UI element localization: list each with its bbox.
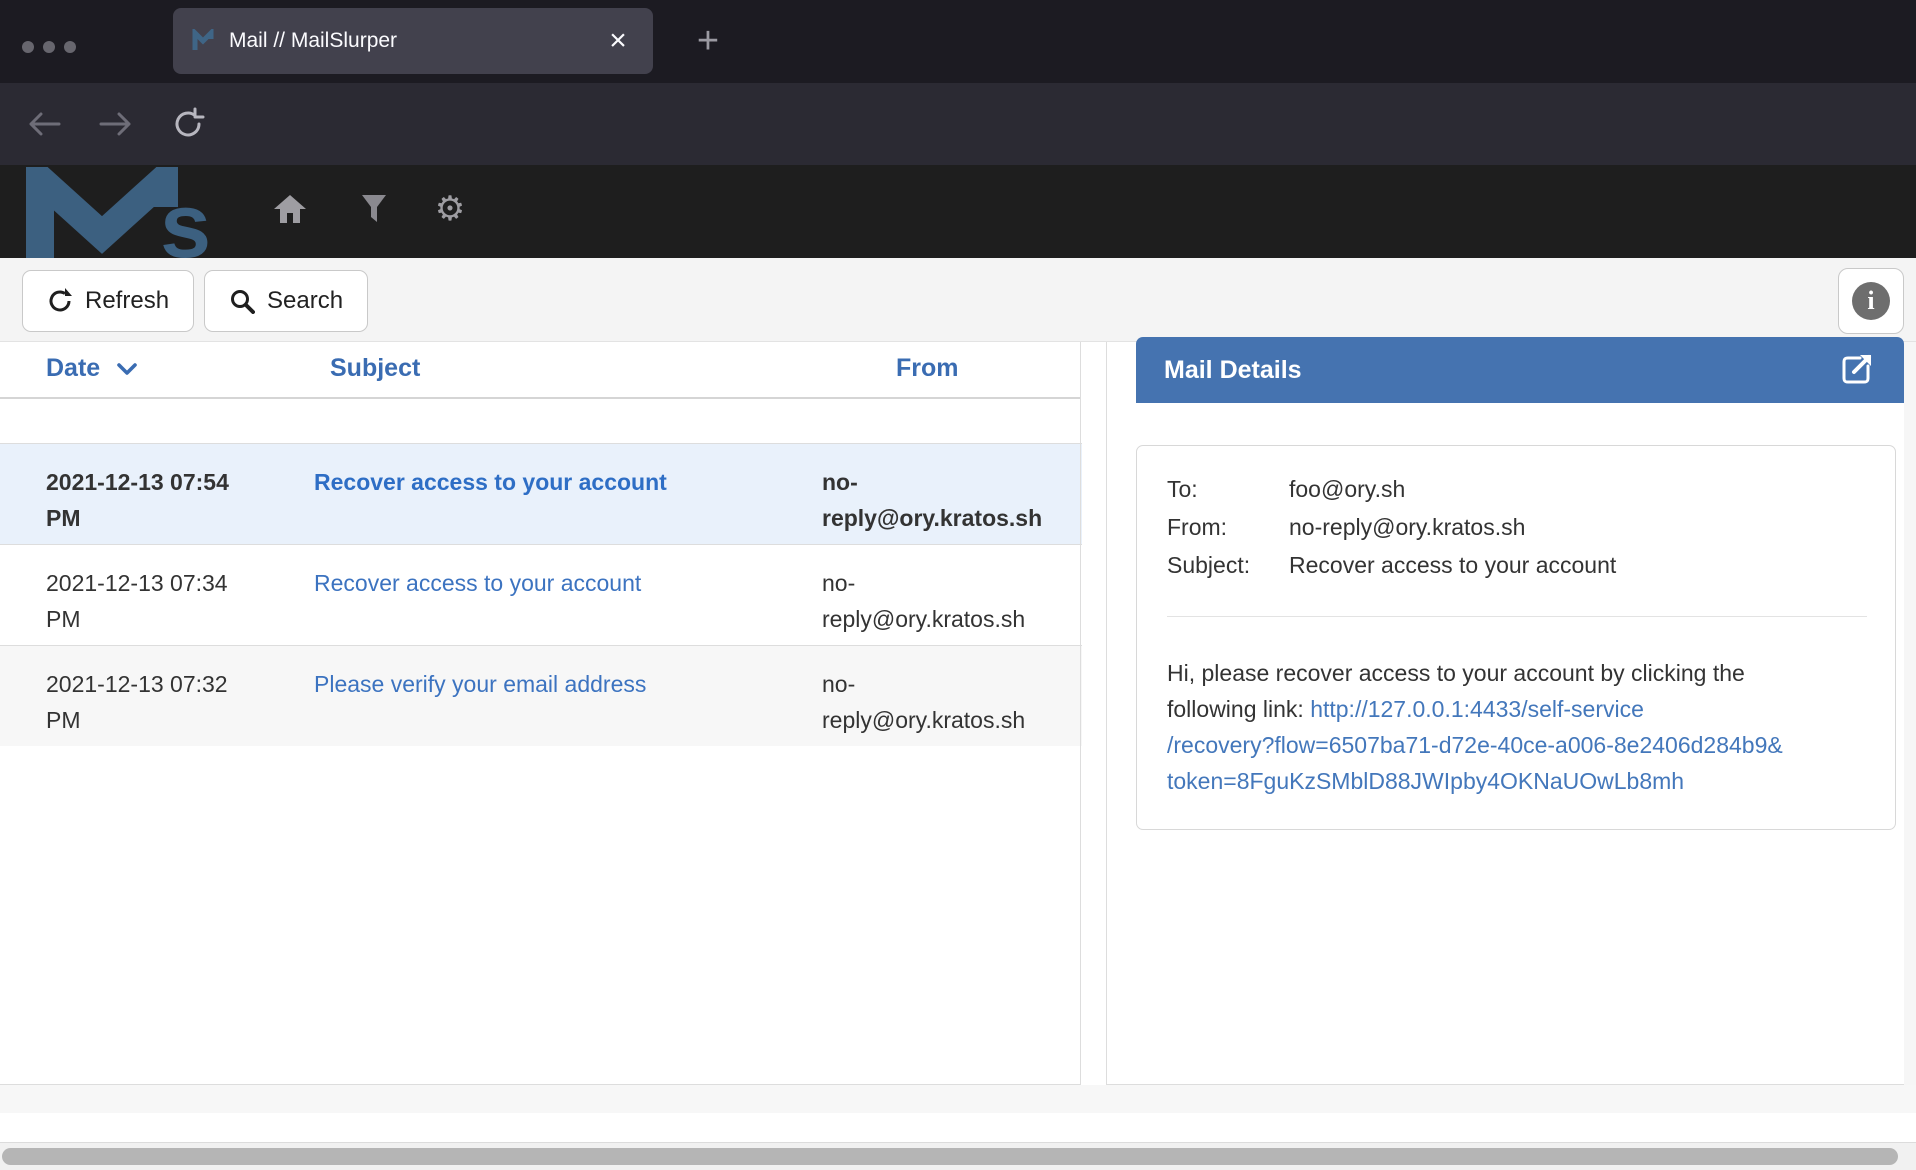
row-date: 2021-12-13 07:54 PM bbox=[46, 464, 251, 536]
reload-icon bbox=[171, 107, 205, 141]
window-dot-icon bbox=[22, 41, 34, 53]
favicon-mailslurper-icon bbox=[191, 29, 217, 53]
browser-url-bar: 127.0.0.1:4436/# 90% ☆ bbox=[0, 83, 1916, 165]
date-header-label: Date bbox=[46, 354, 100, 382]
footer-gray-band bbox=[0, 1085, 1916, 1113]
column-header-date[interactable]: Date bbox=[46, 354, 137, 383]
refresh-button[interactable]: Refresh bbox=[22, 270, 194, 332]
window-controls[interactable] bbox=[22, 41, 76, 53]
details-pane-left-border bbox=[1106, 342, 1107, 1113]
vertical-scrollbar-track[interactable] bbox=[1904, 342, 1916, 1142]
svg-text:s: s bbox=[160, 175, 211, 259]
mail-meta: To: foo@ory.sh From: no-reply@ory.kratos… bbox=[1167, 470, 1867, 584]
browser-tab-bar: Mail // MailSlurper × + bbox=[0, 0, 1916, 83]
mail-body: Hi, please recover access to your accoun… bbox=[1167, 655, 1883, 799]
window-dot-icon bbox=[64, 41, 76, 53]
subject-value: Recover access to your account bbox=[1289, 546, 1867, 584]
forward-button[interactable] bbox=[96, 106, 136, 142]
subject-label: Subject: bbox=[1167, 546, 1289, 584]
column-header-subject[interactable]: Subject bbox=[330, 354, 420, 383]
mail-list-row[interactable]: 2021-12-13 07:32 PM Please verify your e… bbox=[0, 645, 1082, 746]
row-subject-link[interactable]: Please verify your email address bbox=[314, 666, 814, 702]
horizontal-scrollbar-thumb[interactable] bbox=[2, 1148, 1898, 1165]
recovery-link-line3: token=8FguKzSMblD88JWIpby4OKNaUOwLb8mh bbox=[1167, 768, 1684, 794]
mail-list-header: Date Subject From bbox=[0, 342, 1080, 399]
back-arrow-icon bbox=[26, 109, 62, 139]
column-header-from[interactable]: From bbox=[896, 354, 959, 383]
info-button[interactable]: i bbox=[1838, 268, 1904, 334]
mailslurper-logo[interactable]: s bbox=[26, 167, 236, 264]
row-subject-link[interactable]: Recover access to your account bbox=[314, 464, 814, 500]
from-label: From: bbox=[1167, 508, 1289, 546]
search-label: Search bbox=[267, 287, 343, 315]
mail-details-card: To: foo@ory.sh From: no-reply@ory.kratos… bbox=[1136, 445, 1896, 830]
row-subject-text: Please verify your email address bbox=[314, 671, 646, 697]
open-in-new-window-button[interactable] bbox=[1836, 350, 1876, 390]
home-icon bbox=[272, 193, 308, 225]
external-link-icon bbox=[1836, 350, 1876, 390]
body-text-line2-prefix: following link: bbox=[1167, 696, 1310, 722]
row-from: no-reply@ory.kratos.sh bbox=[822, 464, 1030, 536]
app-navbar: s ⚙ bbox=[0, 165, 1916, 258]
row-date: 2021-12-13 07:34 PM bbox=[46, 565, 251, 637]
window-dot-icon bbox=[43, 41, 55, 53]
search-button[interactable]: Search bbox=[204, 270, 368, 332]
row-subject-text: Recover access to your account bbox=[314, 570, 641, 596]
mailslurper-logo-icon: s bbox=[26, 167, 236, 259]
gear-icon: ⚙ bbox=[435, 192, 465, 226]
list-pane-right-border bbox=[1080, 342, 1081, 1113]
tab-title: Mail // MailSlurper bbox=[229, 29, 601, 53]
refresh-icon bbox=[47, 288, 73, 314]
to-value: foo@ory.sh bbox=[1289, 470, 1867, 508]
info-icon: i bbox=[1852, 282, 1890, 320]
refresh-label: Refresh bbox=[85, 287, 169, 315]
mail-list-row-selected[interactable]: 2021-12-13 07:54 PM Recover access to yo… bbox=[0, 443, 1082, 544]
app-window: Mail // MailSlurper × + bbox=[0, 0, 1916, 1170]
row-date: 2021-12-13 07:32 PM bbox=[46, 666, 251, 738]
to-label: To: bbox=[1167, 470, 1289, 508]
settings-button[interactable]: ⚙ bbox=[428, 187, 472, 231]
mail-details-title: Mail Details bbox=[1164, 356, 1836, 385]
row-from: no-reply@ory.kratos.sh bbox=[822, 666, 1030, 738]
filter-button[interactable] bbox=[352, 187, 396, 231]
mail-list-row[interactable]: 2021-12-13 07:34 PM Recover access to yo… bbox=[0, 544, 1082, 645]
row-subject-text: Recover access to your account bbox=[314, 469, 667, 495]
forward-arrow-icon bbox=[98, 109, 134, 139]
back-button[interactable] bbox=[24, 106, 64, 142]
recovery-link-line1: http://127.0.0.1:4433/self-service bbox=[1310, 696, 1644, 722]
recovery-link-line2: /recovery?flow=6507ba71-d72e-40ce-a006-8… bbox=[1167, 732, 1783, 758]
browser-tab[interactable]: Mail // MailSlurper × bbox=[173, 8, 653, 74]
search-icon bbox=[229, 288, 255, 314]
footer-white-band bbox=[0, 1113, 1916, 1142]
mail-details-header: Mail Details bbox=[1136, 337, 1904, 403]
home-button[interactable] bbox=[268, 187, 312, 231]
row-subject-link[interactable]: Recover access to your account bbox=[314, 565, 814, 601]
body-text-line1: Hi, please recover access to your accoun… bbox=[1167, 660, 1745, 686]
sort-desc-chevron-icon bbox=[117, 363, 137, 376]
funnel-icon bbox=[361, 194, 387, 224]
reload-button[interactable] bbox=[168, 106, 208, 142]
from-value: no-reply@ory.kratos.sh bbox=[1289, 508, 1867, 546]
card-divider bbox=[1167, 616, 1867, 617]
horizontal-scrollbar-track[interactable] bbox=[0, 1143, 1916, 1170]
row-from: no-reply@ory.kratos.sh bbox=[822, 565, 1030, 637]
tab-close-icon[interactable]: × bbox=[601, 26, 635, 56]
toolbar: Refresh Search i bbox=[0, 258, 1916, 342]
new-tab-button[interactable]: + bbox=[688, 22, 728, 62]
